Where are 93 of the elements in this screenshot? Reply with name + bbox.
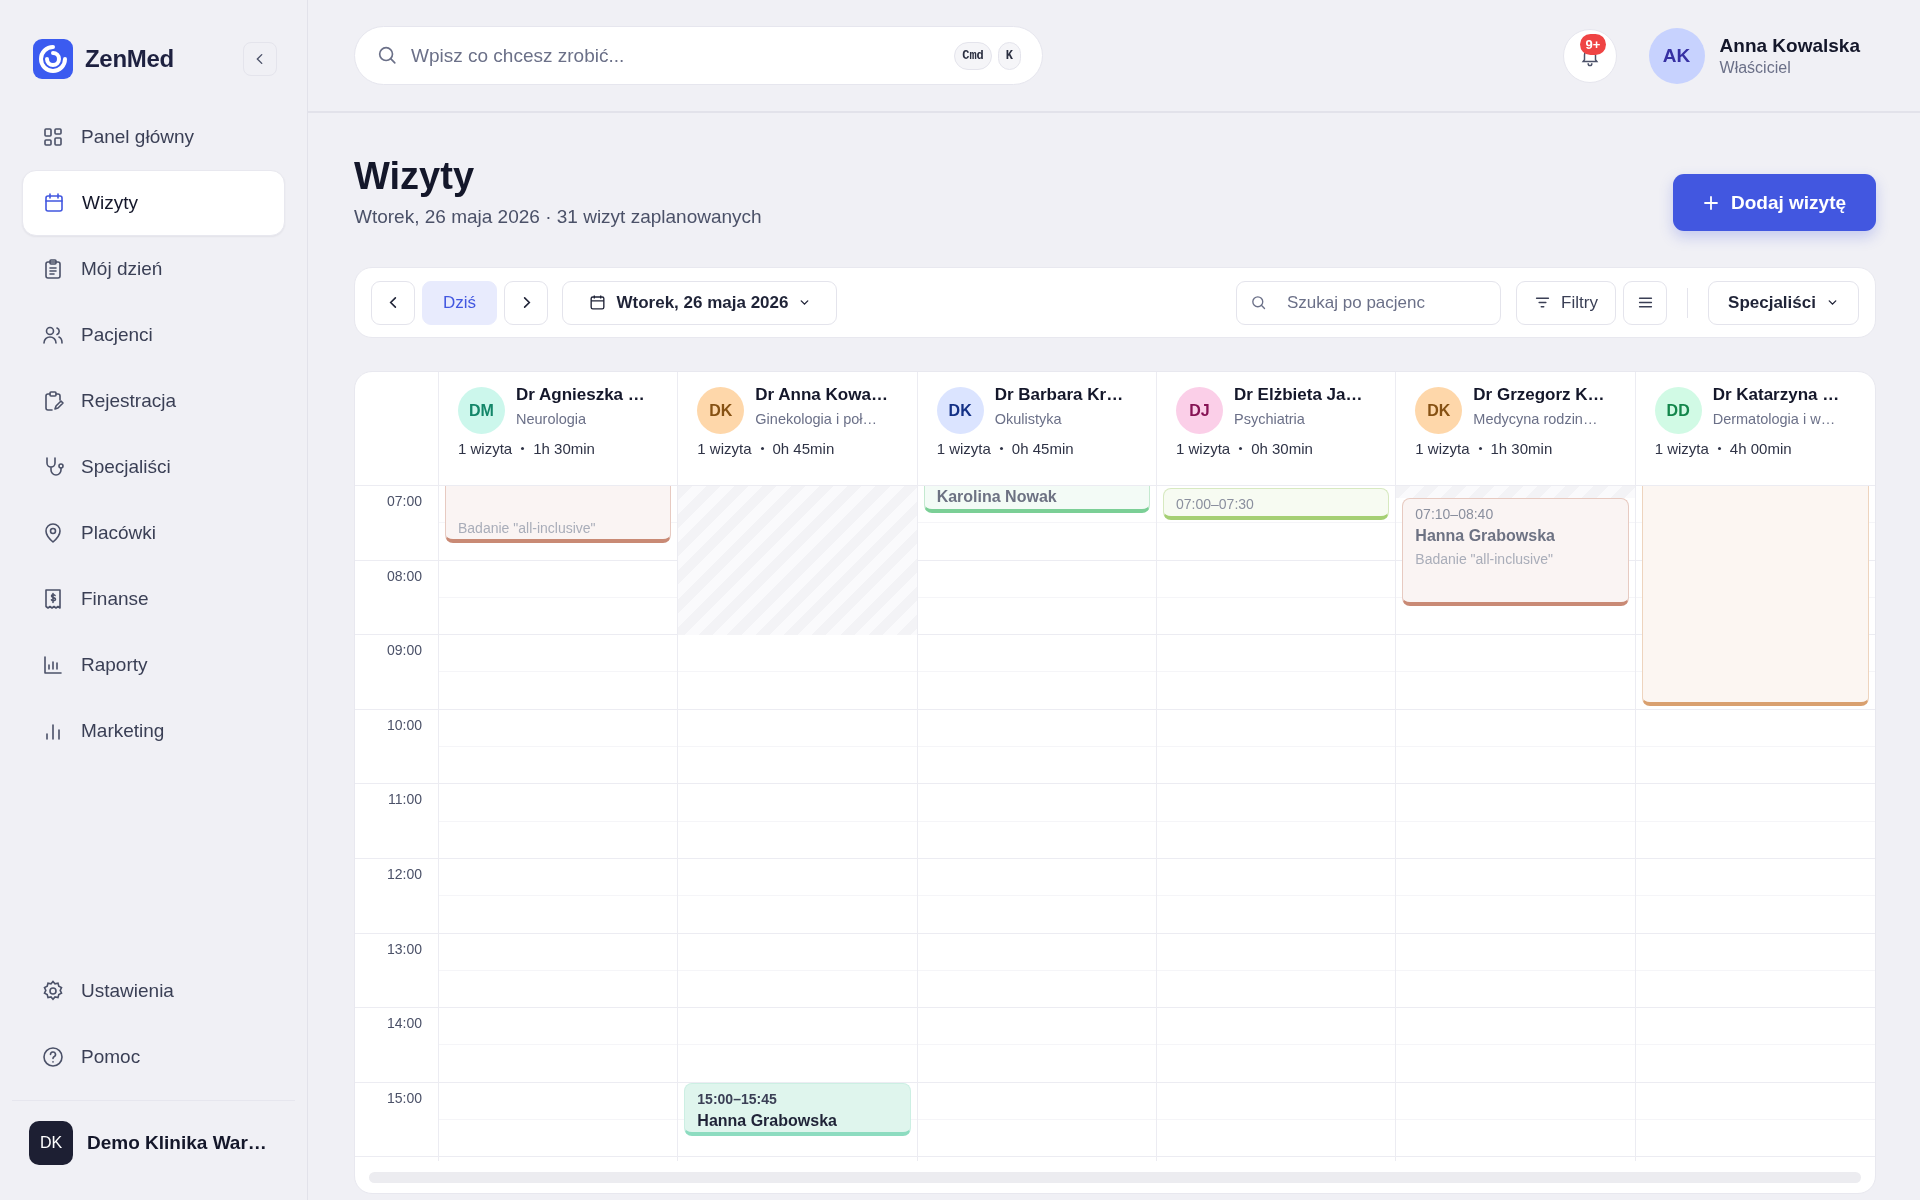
doctor-name: Dr Anna Kowa… bbox=[755, 384, 888, 405]
patient-name: Hanna Grabowska bbox=[1415, 526, 1556, 546]
user-name: Anna Kowalska bbox=[1719, 34, 1860, 57]
user-role: Właściciel bbox=[1719, 58, 1792, 77]
doctor-avatar: DJ bbox=[1176, 387, 1223, 434]
view-select[interactable]: Specjaliści bbox=[1708, 280, 1859, 325]
doctor-avatar: DK bbox=[936, 387, 984, 434]
search-icon bbox=[1250, 293, 1267, 311]
patient-name: Hanna Grabowska bbox=[697, 1111, 838, 1131]
service-name: Badanie "all-inclusive" bbox=[1415, 550, 1554, 568]
doctor-name: Dr Barbara Kr… bbox=[994, 384, 1124, 405]
appointment-card[interactable] bbox=[1641, 486, 1869, 706]
appointment-time: 15:00–15:45 bbox=[697, 1090, 778, 1108]
hour-label: 08:00 bbox=[385, 566, 423, 584]
visit-duration: 1h 30min bbox=[533, 440, 595, 457]
nav-item[interactable]: Panel główny bbox=[22, 104, 285, 170]
appointment-card[interactable]: 15:00–15:45 Hanna Grabowska bbox=[684, 1083, 911, 1136]
notification-badge: 9+ bbox=[1579, 33, 1607, 55]
next-button[interactable] bbox=[504, 280, 548, 325]
visit-count: 1 wizyta bbox=[458, 440, 513, 457]
nav-item[interactable]: Placówki bbox=[22, 500, 285, 566]
nav-item[interactable]: Mój dzień bbox=[22, 236, 285, 302]
hour-label: 10:00 bbox=[385, 715, 423, 733]
today-button[interactable]: Dziś bbox=[422, 280, 497, 325]
doctor-specialty: Medycyna rodzin… bbox=[1473, 410, 1599, 427]
hour-label: 15:00 bbox=[385, 1088, 423, 1106]
nav-item[interactable]: Finanse bbox=[22, 566, 285, 632]
nav-item[interactable]: Wizyty bbox=[22, 170, 285, 236]
hour-label: 11:00 bbox=[387, 790, 423, 808]
visit-duration: 4h 00min bbox=[1729, 440, 1792, 457]
doctor-name: Dr Katarzyna … bbox=[1712, 384, 1840, 405]
previous-button[interactable] bbox=[371, 280, 415, 325]
doctor-name: Dr Agnieszka … bbox=[516, 384, 645, 405]
visit-count: 1 wizyta bbox=[1176, 440, 1231, 457]
visit-duration: 0h 45min bbox=[772, 440, 835, 457]
nav-icon bbox=[42, 191, 66, 215]
logo-icon bbox=[33, 39, 73, 79]
doctor-name: Dr Grzegorz K… bbox=[1473, 384, 1605, 405]
doctor-specialty: Psychiatria bbox=[1234, 410, 1306, 427]
nav-icon bbox=[41, 979, 65, 1003]
visit-count: 1 wizyta bbox=[697, 440, 752, 457]
visit-count: 1 wizyta bbox=[936, 440, 991, 457]
nav-item[interactable]: Pacjenci bbox=[22, 302, 285, 368]
service-name: Badanie "all-inclusive" bbox=[458, 519, 597, 537]
doctor-name: Dr Elżbieta Ja… bbox=[1234, 384, 1363, 405]
appointment-card[interactable]: 07:10–08:40 Hanna Grabowska Badanie "all-inclusive" bbox=[1402, 498, 1629, 606]
patient-search-field[interactable]: Szukaj po pacjenc bbox=[1236, 280, 1501, 325]
hour-label: 07:00 bbox=[385, 492, 423, 509]
visit-duration: 1h 30min bbox=[1490, 440, 1553, 457]
patient-name: Karolina Nowak bbox=[936, 487, 1058, 507]
nav-item[interactable]: Marketing bbox=[22, 698, 285, 764]
clinic-name[interactable]: Demo Klinika War… bbox=[87, 1132, 267, 1154]
visit-count: 1 wizyta bbox=[1415, 440, 1470, 457]
doctor-specialty: Neurologia bbox=[516, 410, 588, 427]
visit-count: 1 wizyta bbox=[1654, 440, 1709, 457]
nav-item[interactable]: Pomoc bbox=[22, 1024, 285, 1090]
calendar-icon bbox=[587, 293, 607, 312]
add-appointment-button[interactable]: Dodaj wizytę bbox=[1673, 174, 1876, 231]
nav-icon bbox=[41, 653, 65, 677]
doctor-specialty: Dermatologia i w… bbox=[1712, 410, 1837, 427]
doctor-avatar: DM bbox=[458, 387, 505, 434]
nav-item[interactable]: Rejestracja bbox=[22, 368, 285, 434]
menu-button[interactable] bbox=[1623, 280, 1667, 325]
user-avatar[interactable]: AK bbox=[1648, 27, 1705, 84]
appointment-time: 07:10–08:40 bbox=[1415, 505, 1495, 523]
nav-item[interactable]: Ustawienia bbox=[22, 958, 285, 1024]
page-title: Wizyty bbox=[354, 154, 475, 198]
logo-text: ZenMed bbox=[85, 45, 174, 73]
nav-icon bbox=[41, 1045, 65, 1069]
hour-label: 14:00 bbox=[385, 1014, 423, 1032]
filters-button[interactable]: Filtry bbox=[1516, 280, 1616, 325]
appointment-card[interactable]: Karolina Nowak bbox=[923, 486, 1150, 513]
page-subtitle: Wtorek, 26 maja 2026 · 31 wizyt zaplanowanych bbox=[354, 206, 762, 228]
visit-duration: 0h 30min bbox=[1251, 440, 1313, 457]
hour-label: 12:00 bbox=[385, 864, 423, 882]
clinic-avatar: DK bbox=[29, 1121, 73, 1165]
visit-duration: 0h 45min bbox=[1011, 440, 1074, 457]
appointment-time: 07:00–07:30 bbox=[1176, 495, 1255, 513]
nav-icon bbox=[41, 125, 65, 149]
date-picker-button[interactable]: Wtorek, 26 maja 2026 bbox=[562, 280, 837, 325]
doctor-specialty: Ginekologia i poł… bbox=[755, 410, 879, 427]
collapse-button[interactable] bbox=[243, 42, 277, 76]
doctor-specialty: Okulistyka bbox=[994, 410, 1063, 427]
search-icon bbox=[376, 44, 398, 66]
nav-item[interactable]: Specjaliści bbox=[22, 434, 285, 500]
plus-icon bbox=[1702, 194, 1719, 211]
doctor-avatar: DD bbox=[1654, 387, 1702, 434]
hour-label: 13:00 bbox=[385, 939, 423, 957]
notifications-button[interactable]: 9+ bbox=[1562, 28, 1617, 83]
doctor-avatar: DK bbox=[697, 387, 745, 434]
doctor-avatar: DK bbox=[1415, 387, 1463, 434]
hour-label: 09:00 bbox=[385, 641, 423, 659]
nav-item[interactable]: Raporty bbox=[22, 632, 285, 698]
